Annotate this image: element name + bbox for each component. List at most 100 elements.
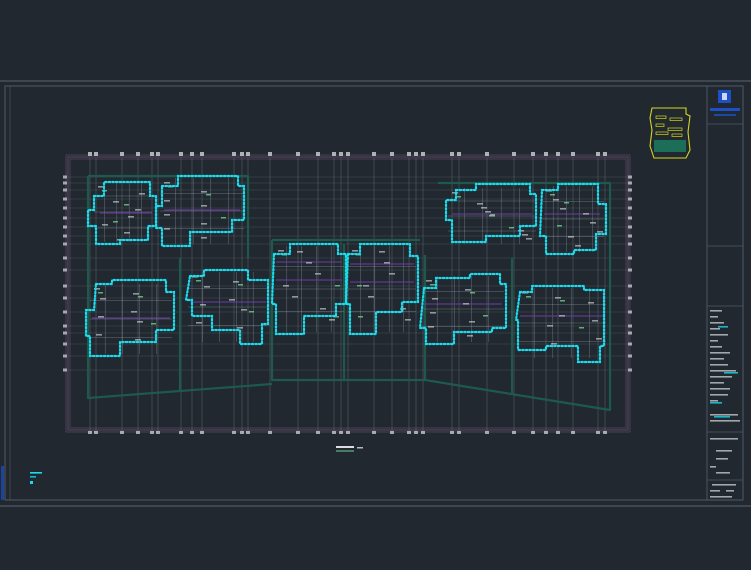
apartment-unit xyxy=(154,174,246,248)
annotation-mark xyxy=(579,327,584,329)
room-label-mark xyxy=(292,296,298,298)
grid-marker-right xyxy=(628,234,632,238)
grid-marker-right xyxy=(628,268,632,272)
grid-marker-left xyxy=(63,256,67,260)
key-plan-unit xyxy=(655,123,665,127)
room-label-mark xyxy=(592,320,598,322)
drawing-scale-text xyxy=(357,447,363,449)
grid-marker-top xyxy=(136,152,140,156)
grid-marker-right xyxy=(628,225,632,229)
annotation-mark xyxy=(249,311,254,313)
title-block-frame xyxy=(706,85,744,501)
room-label-mark xyxy=(204,286,210,288)
title-block-text xyxy=(716,450,732,452)
grid-marker-bottom xyxy=(339,431,343,434)
room-label-mark xyxy=(164,182,170,184)
grid-marker-bottom xyxy=(120,431,124,434)
grid-marker-bottom xyxy=(268,431,272,434)
room-label-mark xyxy=(306,262,312,264)
cad-viewport[interactable] xyxy=(0,0,751,570)
room-label-mark xyxy=(547,325,553,327)
grid-marker-bottom xyxy=(407,431,411,434)
annotation-mark xyxy=(138,296,143,298)
room-label-mark xyxy=(559,315,565,317)
grid-marker-bottom xyxy=(240,431,244,434)
room-label-mark xyxy=(590,222,596,224)
grid-marker-left xyxy=(63,175,67,179)
grid-markers xyxy=(63,152,632,434)
room-label-mark xyxy=(379,251,385,253)
title-block-text xyxy=(710,352,730,354)
legend-icon xyxy=(1,466,4,500)
grid-marker-bottom xyxy=(596,431,600,434)
drawing-title-text xyxy=(336,446,354,448)
grid-marker-top xyxy=(94,152,98,156)
grid-marker-left xyxy=(63,268,67,272)
room-label-mark xyxy=(100,298,106,300)
title-block-text xyxy=(710,466,716,468)
title-block-text xyxy=(710,322,724,324)
room-label-mark xyxy=(405,319,411,321)
room-label-mark xyxy=(164,214,170,216)
room-label-mark xyxy=(102,224,108,226)
grid-marker-bottom xyxy=(571,431,575,434)
room-label-mark xyxy=(133,293,139,295)
annotation-mark xyxy=(151,323,156,325)
annotation-mark xyxy=(564,202,569,204)
grid-marker-top xyxy=(485,152,489,156)
room-label-mark xyxy=(553,199,559,201)
key-plan-unit xyxy=(655,115,667,119)
grid-marker-bottom xyxy=(190,431,194,434)
grid-marker-right xyxy=(628,175,632,179)
title-block-highlight xyxy=(718,326,728,328)
room-label-mark xyxy=(481,207,487,209)
grid-marker-bottom xyxy=(556,431,560,434)
grid-marker-top xyxy=(120,152,124,156)
title-block-text xyxy=(710,334,728,336)
room-label-mark xyxy=(131,311,137,313)
grid-marker-bottom xyxy=(246,431,250,434)
room-label-mark xyxy=(233,281,239,283)
grid-marker-top xyxy=(571,152,575,156)
legend-line xyxy=(30,472,42,474)
grid-marker-bottom xyxy=(603,431,607,434)
title-block-text xyxy=(710,358,724,360)
grid-marker-bottom xyxy=(485,431,489,434)
grid-marker-bottom xyxy=(421,431,425,434)
grid-marker-top xyxy=(450,152,454,156)
key-plan-unit xyxy=(667,127,683,131)
room-label-mark xyxy=(477,203,483,205)
room-label-mark xyxy=(526,238,532,240)
room-label-mark xyxy=(568,236,574,238)
grid-marker-top xyxy=(190,152,194,156)
room-label-mark xyxy=(432,298,438,300)
grid-marker-top xyxy=(457,152,461,156)
unit-wall-outline xyxy=(444,182,538,244)
grid-marker-left xyxy=(63,197,67,201)
company-subname-bar xyxy=(714,114,736,116)
grid-marker-bottom xyxy=(544,431,548,434)
grid-marker-left xyxy=(63,225,67,229)
room-label-mark xyxy=(124,232,130,234)
room-label-mark xyxy=(135,209,141,211)
title-block-text xyxy=(712,484,736,486)
grid-marker-top xyxy=(179,152,183,156)
room-label-mark xyxy=(555,297,561,299)
grid-marker-bottom xyxy=(372,431,376,434)
grid-marker-right xyxy=(628,242,632,246)
grid-marker-top xyxy=(316,152,320,156)
room-label-mark xyxy=(522,234,528,236)
annotation-mark xyxy=(358,316,363,318)
title-block-text xyxy=(710,400,718,402)
grid-marker-top xyxy=(268,152,272,156)
room-label-mark xyxy=(465,289,471,291)
annotation-mark xyxy=(357,285,362,287)
grid-marker-bottom xyxy=(200,431,204,434)
grid-marker-top xyxy=(544,152,548,156)
room-label-mark xyxy=(201,223,207,225)
annotation-mark xyxy=(560,300,565,302)
grid-marker-bottom xyxy=(457,431,461,434)
grid-marker-bottom xyxy=(296,431,300,434)
grid-marker-right xyxy=(628,331,632,335)
annotation-mark xyxy=(238,284,243,286)
